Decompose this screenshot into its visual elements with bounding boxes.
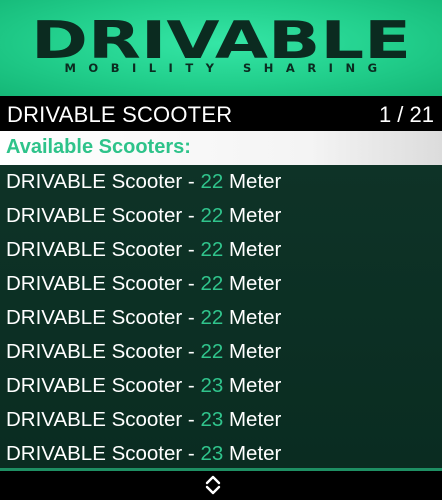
scooter-item-text: DRIVABLE Scooter - 22 Meter xyxy=(6,238,281,262)
distance-unit: Meter xyxy=(223,238,282,261)
distance-unit: Meter xyxy=(223,442,282,465)
scooter-item-text: DRIVABLE Scooter - 22 Meter xyxy=(6,272,281,296)
scooter-item-text: DRIVABLE Scooter - 22 Meter xyxy=(6,170,281,194)
scooter-item-text: DRIVABLE Scooter - 23 Meter xyxy=(6,408,281,432)
scooter-item-text: DRIVABLE Scooter - 23 Meter xyxy=(6,374,281,398)
scooter-distance: 22 xyxy=(200,238,224,261)
menu-footer xyxy=(0,468,442,500)
distance-unit: Meter xyxy=(223,170,282,193)
scooter-list: DRIVABLE Scooter - 22 Meter DRIVABLE Scoo… xyxy=(0,165,442,468)
scooter-item-text: DRIVABLE Scooter - 22 Meter xyxy=(6,306,281,330)
distance-unit: Meter xyxy=(223,340,282,363)
distance-unit: Meter xyxy=(223,306,282,329)
scroll-up-down-icon[interactable] xyxy=(205,474,221,496)
scooter-distance: 22 xyxy=(200,204,224,227)
distance-unit: Meter xyxy=(223,408,282,431)
drivable-logo: DRIVABLE xyxy=(31,11,411,71)
scooter-list-item[interactable]: DRIVABLE Scooter - 22 Meter xyxy=(0,267,442,301)
scooter-item-text: DRIVABLE Scooter - 23 Meter xyxy=(6,442,281,466)
scooter-name: DRIVABLE Scooter - xyxy=(6,340,201,363)
scooter-distance: 23 xyxy=(200,408,224,431)
scooter-list-item[interactable]: DRIVABLE Scooter - 23 Meter xyxy=(0,403,442,437)
scooter-name: DRIVABLE Scooter - xyxy=(6,374,201,397)
scooter-name: DRIVABLE Scooter - xyxy=(6,170,201,193)
scooter-list-item[interactable]: DRIVABLE Scooter - 22 Meter xyxy=(0,199,442,233)
menu-item-counter: 1 / 21 xyxy=(378,102,434,127)
scooter-name: DRIVABLE Scooter - xyxy=(6,306,201,329)
scooter-name: DRIVABLE Scooter - xyxy=(6,442,201,465)
distance-unit: Meter xyxy=(223,374,282,397)
scooter-list-item[interactable]: DRIVABLE Scooter - 23 Meter xyxy=(0,369,442,403)
scooter-name: DRIVABLE Scooter - xyxy=(6,272,201,295)
scooter-list-item[interactable]: DRIVABLE Scooter - 22 Meter xyxy=(0,335,442,369)
scooter-list-item[interactable]: DRIVABLE Scooter - 22 Meter xyxy=(0,301,442,335)
scooter-name: DRIVABLE Scooter - xyxy=(6,408,201,431)
scooter-distance: 22 xyxy=(200,306,224,329)
menu-header: DRIVABLE SCOOTER 1 / 21 xyxy=(0,96,442,131)
banner-tagline: MOBILITY SHARING xyxy=(64,61,390,75)
scooter-list-item[interactable]: DRIVABLE Scooter - 22 Meter xyxy=(0,233,442,267)
scooter-item-text: DRIVABLE Scooter - 22 Meter xyxy=(6,340,281,364)
scooter-distance: 23 xyxy=(200,442,224,465)
scooter-name: DRIVABLE Scooter - xyxy=(6,204,201,227)
scooter-distance: 22 xyxy=(200,170,224,193)
scooter-list-item[interactable]: DRIVABLE Scooter - 22 Meter xyxy=(0,165,442,199)
drivable-banner: DRIVABLE MOBILITY SHARING xyxy=(0,0,442,96)
distance-unit: Meter xyxy=(223,204,282,227)
scooter-distance: 22 xyxy=(200,340,224,363)
scooter-menu: DRIVABLE MOBILITY SHARING DRIVABLE SCOOT… xyxy=(0,0,442,500)
menu-item-available-scooters[interactable]: Available Scooters: xyxy=(0,131,442,165)
scooter-list-item[interactable]: DRIVABLE Scooter - 23 Meter xyxy=(0,437,442,471)
scooter-distance: 23 xyxy=(200,374,224,397)
scooter-distance: 22 xyxy=(200,272,224,295)
menu-item-label: Available Scooters: xyxy=(6,136,191,158)
scooter-item-text: DRIVABLE Scooter - 22 Meter xyxy=(6,204,281,228)
scooter-name: DRIVABLE Scooter - xyxy=(6,238,201,261)
distance-unit: Meter xyxy=(223,272,282,295)
footer-accent-line xyxy=(0,468,442,471)
menu-title: DRIVABLE SCOOTER xyxy=(7,102,233,127)
